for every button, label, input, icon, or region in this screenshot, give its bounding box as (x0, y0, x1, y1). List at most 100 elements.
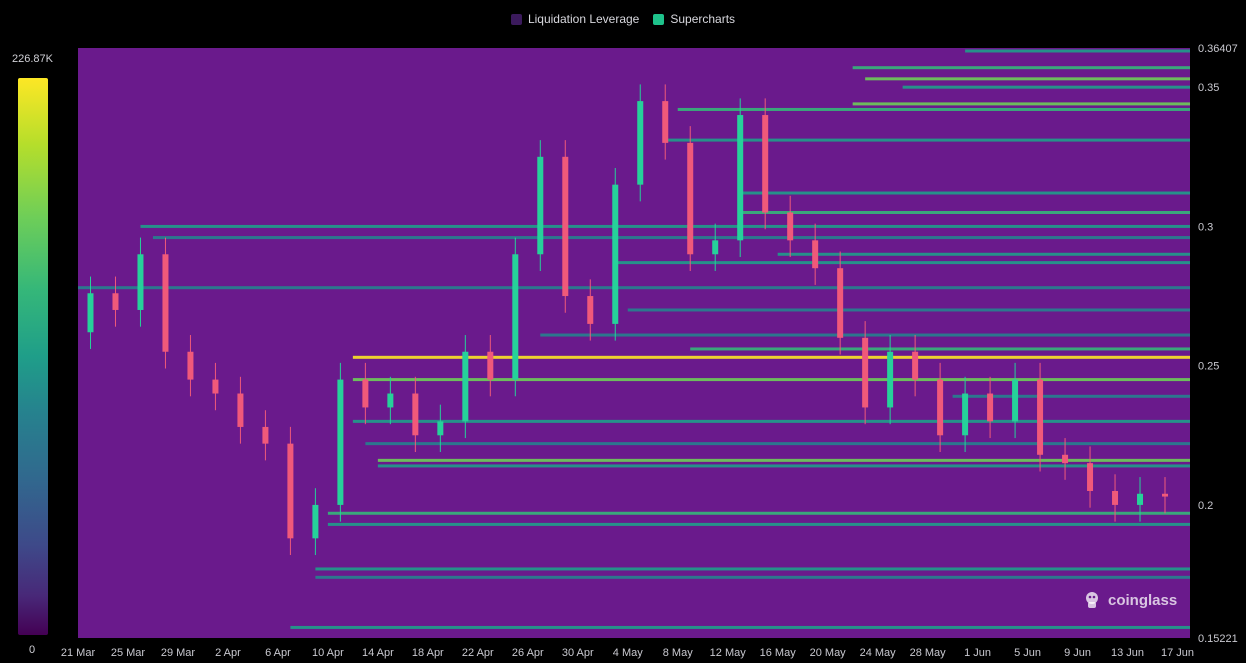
liquidation-level-4 (852, 102, 1190, 106)
candle-body-26 (712, 240, 719, 255)
x-tick-label-16: 24 May (860, 647, 897, 659)
candle-body-6 (212, 379, 219, 394)
x-tick-label-5: 10 Apr (312, 647, 344, 659)
x-tick-label-19: 5 Jun (1014, 647, 1041, 659)
liquidation-level-25 (327, 522, 1190, 526)
candle-body-9 (287, 443, 294, 539)
candle-body-5 (187, 351, 194, 380)
liquidation-level-5 (677, 107, 1190, 111)
candle-body-35 (937, 379, 944, 436)
x-tick-label-6: 14 Apr (362, 647, 394, 659)
liquidation-level-10 (152, 236, 1190, 240)
watermark-text: coinglass (1108, 591, 1178, 609)
liquidation-level-18 (352, 378, 1190, 382)
liquidation-level-12 (615, 261, 1190, 265)
x-axis: 21 Mar 25 Mar 29 Mar 2 Apr 6 Apr 10 Apr 14 Apr… (61, 647, 1194, 659)
x-tick-label-14: 16 May (760, 647, 797, 659)
y-tick-label-1: 0.35 (1198, 82, 1219, 94)
candle-body-8 (262, 426, 269, 444)
candle-body-33 (887, 351, 894, 408)
x-tick-label-17: 28 May (910, 647, 947, 659)
x-tick-label-8: 22 Apr (462, 647, 494, 659)
candle-body-43 (1137, 493, 1144, 505)
candle-body-10 (312, 504, 319, 539)
candle-body-28 (762, 115, 769, 213)
candle-body-4 (162, 254, 169, 352)
candle-body-41 (1087, 463, 1094, 491)
y-tick-label-0: 0.36407 (1198, 43, 1238, 55)
liquidation-level-6 (665, 138, 1190, 142)
candle-body-40 (1062, 454, 1069, 464)
candle-body-30 (812, 240, 819, 269)
candle-body-23 (637, 101, 644, 185)
liquidation-level-0 (965, 49, 1190, 53)
candle-body-14 (412, 393, 419, 436)
candle-body-38 (1012, 379, 1019, 422)
liquidation-level-13 (78, 286, 1190, 290)
candle-body-16 (462, 351, 469, 422)
liquidation-level-3 (902, 85, 1190, 89)
coinglass-logo-icon (1086, 592, 1098, 608)
candle-body-18 (512, 254, 519, 380)
y-tick-label-2: 0.3 (1198, 221, 1213, 233)
candle-body-34 (912, 351, 919, 380)
candle-body-7 (237, 393, 244, 427)
x-tick-label-20: 9 Jun (1064, 647, 1091, 659)
candle-body-37 (987, 393, 994, 422)
liquidation-level-22 (377, 458, 1190, 462)
x-tick-label-18: 1 Jun (964, 647, 991, 659)
candle-body-1 (87, 293, 94, 333)
candle-body-42 (1112, 490, 1119, 505)
watermark: coinglass (1082, 590, 1177, 610)
liquidation-level-1 (852, 66, 1190, 70)
candle-body-3 (137, 254, 144, 310)
liquidation-heatmap-chart[interactable]: 21 Mar 25 Mar 29 Mar 2 Apr 6 Apr 10 Apr 14 Apr… (0, 0, 1246, 663)
candle-body-25 (687, 142, 694, 255)
liquidation-level-9 (140, 224, 1190, 228)
candle-body-39 (1037, 379, 1044, 455)
candle-body-17 (487, 351, 494, 380)
candle-body-11 (337, 379, 344, 505)
x-tick-label-0: 21 Mar (61, 647, 96, 659)
liquidation-level-26 (315, 567, 1190, 571)
candle-body-12 (362, 379, 369, 408)
y-tick-label-5: 0.15221 (1198, 633, 1238, 645)
liquidation-level-14 (627, 308, 1190, 312)
candle-body-21 (587, 296, 594, 324)
candle-body-44 (1162, 493, 1169, 497)
x-tick-label-12: 8 May (663, 647, 693, 659)
x-tick-label-11: 4 May (613, 647, 643, 659)
x-tick-label-21: 13 Jun (1111, 647, 1144, 659)
liquidation-level-24 (327, 511, 1190, 515)
candle-body-19 (537, 156, 544, 255)
candle-body-22 (612, 184, 619, 324)
candle-body-20 (562, 156, 569, 297)
candle-body-27 (737, 115, 744, 241)
x-tick-label-15: 20 May (810, 647, 847, 659)
candle-body-2 (112, 293, 119, 310)
plot-area[interactable] (78, 48, 1190, 638)
candle-body-24 (662, 101, 669, 143)
liquidation-level-17 (352, 355, 1190, 359)
candle-body-15 (437, 421, 444, 436)
liquidation-level-27 (315, 575, 1190, 579)
liquidation-level-2 (865, 77, 1190, 81)
y-tick-label-4: 0.2 (1198, 500, 1213, 512)
candle-body-32 (862, 337, 869, 408)
y-tick-label-3: 0.25 (1198, 361, 1219, 373)
candle-body-29 (787, 212, 794, 241)
x-tick-label-3: 2 Apr (215, 647, 241, 659)
x-tick-label-4: 6 Apr (265, 647, 291, 659)
x-tick-label-9: 26 Apr (512, 647, 544, 659)
candle-body-31 (837, 268, 844, 338)
candle-body-36 (962, 393, 969, 436)
y-axis: 0.36407 0.35 0.3 0.25 0.2 0.15221 (1198, 43, 1238, 645)
liquidation-level-21 (365, 442, 1190, 446)
liquidation-level-8 (740, 211, 1190, 215)
x-tick-label-22: 17 Jun (1161, 647, 1194, 659)
liquidation-level-28 (290, 625, 1190, 629)
x-tick-label-10: 30 Apr (562, 647, 594, 659)
liquidation-level-20 (352, 419, 1190, 423)
x-tick-label-1: 25 Mar (111, 647, 146, 659)
x-tick-label-13: 12 May (710, 647, 747, 659)
